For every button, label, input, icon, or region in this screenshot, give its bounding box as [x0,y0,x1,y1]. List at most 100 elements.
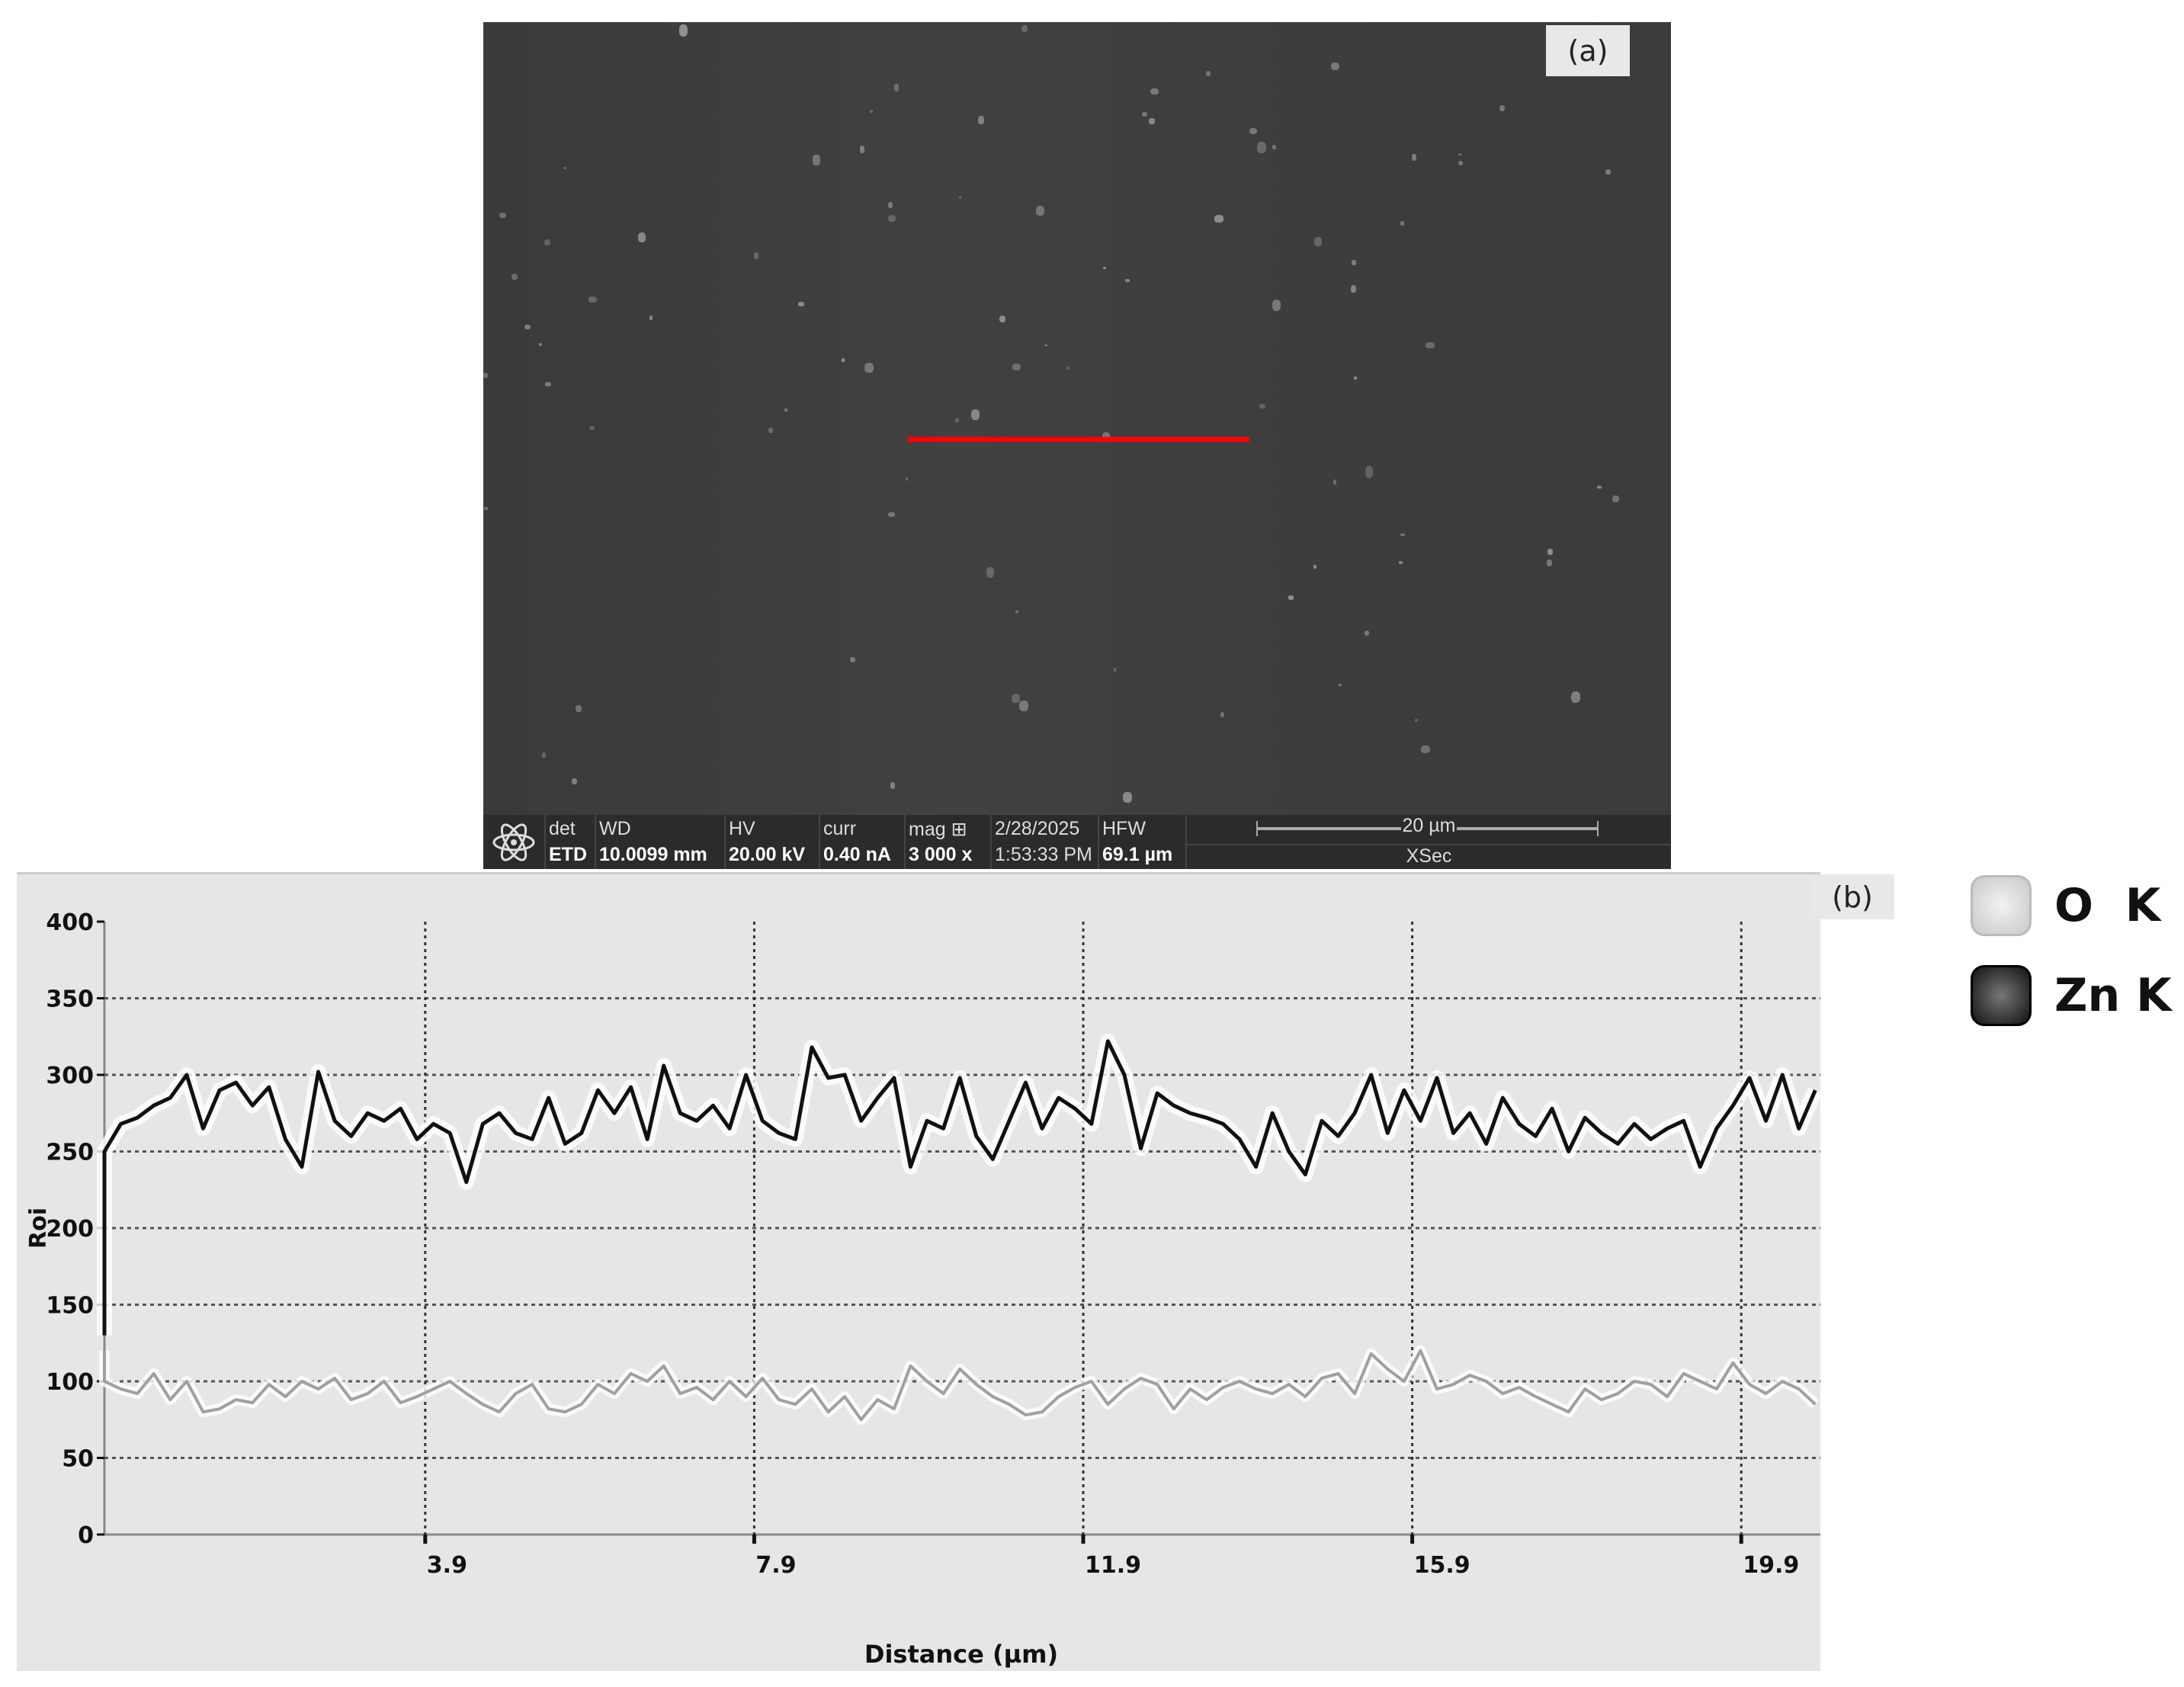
info-value: 0.40 nA [823,843,891,865]
chart-svg: 0 50 100 150 200 250 300 350 400 3.9 7.9 11.9 15.9 19… [25,909,1824,1669]
legend-swatch-o [1971,875,2032,936]
surface-particle [1259,404,1266,409]
surface-particle [1256,142,1266,154]
scale-bar-section: 20 µm XSec [1187,815,1671,869]
x-tick-label: 3.9 [427,1552,467,1579]
surface-particle [1547,549,1554,556]
surface-particle [753,252,758,259]
info-label: WD [599,818,631,840]
sem-info-bar: det ETD WD 10.0099 mm HV 20.00 kV curr 0.40 … [483,815,1671,869]
info-value: 10.0099 mm [599,843,707,865]
surface-particle [649,316,653,321]
series-halo [99,1345,1820,1426]
surface-particle [869,109,874,113]
surface-particle [999,315,1006,323]
surface-particle [797,301,805,306]
surface-particle [1125,278,1130,282]
surface-particle [524,324,531,329]
surface-particle [971,409,980,420]
surface-particle [1035,205,1044,216]
surface-particle [572,778,578,785]
surface-particle [986,566,995,578]
surface-particle [1414,719,1418,722]
surface-particle [1044,344,1048,347]
info-label: 2/28/2025 [995,818,1080,840]
sem-image-panel: (a) det ETD WD 10.0099 mm HV 20.00 kV curr 0… [483,22,1671,869]
y-tick-label: 150 [46,1293,94,1320]
surface-particle [1214,215,1223,223]
x-tick-label: 7.9 [755,1552,796,1579]
surface-particle [1012,364,1021,371]
surface-particle [1018,700,1028,711]
x-axis-label: Distance (µm) [864,1640,1058,1669]
info-label: mag ⊞ [909,819,967,840]
surface-particle [589,426,595,431]
surface-particle [1066,366,1070,370]
surface-particle [1352,259,1356,266]
surface-particle [958,195,962,199]
y-tick-label: 50 [62,1446,94,1473]
surface-particle [978,115,984,125]
info-hfw: HFW 69.1 µm [1099,815,1187,869]
info-datetime: 2/28/2025 1:53:33 PM [992,815,1099,869]
surface-particle [860,146,865,153]
surface-particle [850,657,855,663]
surface-particle [1400,533,1405,537]
surface-particle [1499,105,1506,112]
surface-particle [1399,560,1403,564]
surface-particle [563,167,567,170]
surface-particle [1411,154,1417,162]
surface-particle [542,752,546,759]
info-value: ETD [549,843,587,865]
surface-particle [1249,127,1258,134]
y-tick-label: 400 [46,909,94,936]
mode-label: XSec [1187,844,1671,868]
surface-particle [1365,465,1374,478]
surface-particle [679,24,688,37]
surface-particle [575,705,582,713]
surface-particle [813,154,820,166]
surface-particle [484,507,488,510]
surface-particle [1021,24,1028,32]
surface-particle [1272,145,1276,150]
legend-item-o: O K [1971,875,2160,936]
surface-particle [1114,668,1117,672]
surface-particle [888,512,895,517]
surface-particle [1400,220,1405,226]
surface-particle [1458,160,1464,166]
surface-particle [1313,564,1317,569]
surface-particle [1313,236,1323,246]
scale-bar-label: 20 µm [1400,815,1458,836]
surface-particle [887,214,896,223]
surface-particle [955,419,960,423]
surface-particle [1205,71,1211,77]
legend-label: O K [2054,879,2161,932]
surface-particle [1354,377,1357,380]
info-value: 69.1 µm [1102,843,1173,865]
sem-micrograph [483,22,1671,815]
surface-particle [1011,694,1021,703]
line-scan-marker [908,437,1249,442]
surface-particle [1597,485,1602,489]
surface-particle [1288,595,1294,600]
surface-particle [864,363,874,373]
surface-particle [1547,559,1552,567]
surface-particle [512,274,518,280]
surface-particle [539,342,543,347]
surface-particle [1272,300,1281,312]
x-tick-label: 11.9 [1085,1552,1141,1579]
surface-particle [1605,168,1611,175]
panel-label-a: (a) [1546,25,1630,76]
atom-icon [483,815,546,869]
surface-particle [1458,153,1463,156]
surface-particle [1612,496,1620,503]
surface-particle [842,358,845,362]
surface-particle [588,296,598,303]
surface-particle [1149,118,1156,125]
info-label: HFW [1102,818,1146,840]
surface-particle [784,408,787,412]
info-hv: HV 20.00 kV [726,815,820,869]
info-mag: mag ⊞ 3 000 x [906,815,992,869]
surface-particle [638,232,646,242]
info-value: 20.00 kV [729,843,806,865]
